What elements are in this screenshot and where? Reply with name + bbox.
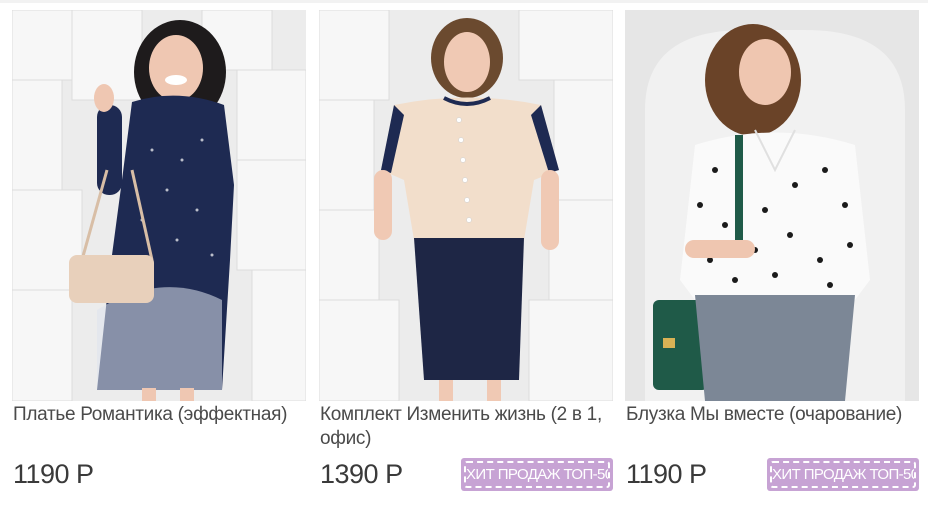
outfit-photo-icon (319, 10, 613, 401)
bestseller-badge-label: ХИТ ПРОДАЖ ТОП-50 (464, 461, 610, 488)
product-title[interactable]: Комплект Изменить жизнь (2 в 1, офис) (320, 403, 610, 451)
product-image[interactable] (625, 10, 919, 401)
product-price: 1190 Р (13, 459, 94, 489)
top-divider (0, 0, 928, 3)
product-image[interactable] (12, 10, 306, 401)
product-title[interactable]: Блузка Мы вместе (очарование) (626, 403, 916, 427)
product-card[interactable]: Платье Романтика (эффектная) 1190 Р (12, 10, 306, 500)
bestseller-badge-label: ХИТ ПРОДАЖ ТОП-50 (770, 461, 916, 488)
blouse-photo-icon (625, 10, 919, 401)
product-price: 1390 Р (320, 459, 403, 489)
product-card[interactable]: Блузка Мы вместе (очарование) 1190 Р ХИТ… (625, 10, 919, 500)
product-card[interactable]: Комплект Изменить жизнь (2 в 1, офис) 13… (319, 10, 613, 500)
product-title[interactable]: Платье Романтика (эффектная) (13, 403, 303, 427)
bestseller-badge: ХИТ ПРОДАЖ ТОП-50 (767, 458, 919, 491)
dress-photo-icon (12, 10, 306, 401)
product-price: 1190 Р (626, 459, 707, 489)
bestseller-badge: ХИТ ПРОДАЖ ТОП-50 (461, 458, 613, 491)
product-grid: Платье Романтика (эффектная) 1190 Р Комп… (12, 10, 920, 500)
product-image[interactable] (319, 10, 613, 401)
